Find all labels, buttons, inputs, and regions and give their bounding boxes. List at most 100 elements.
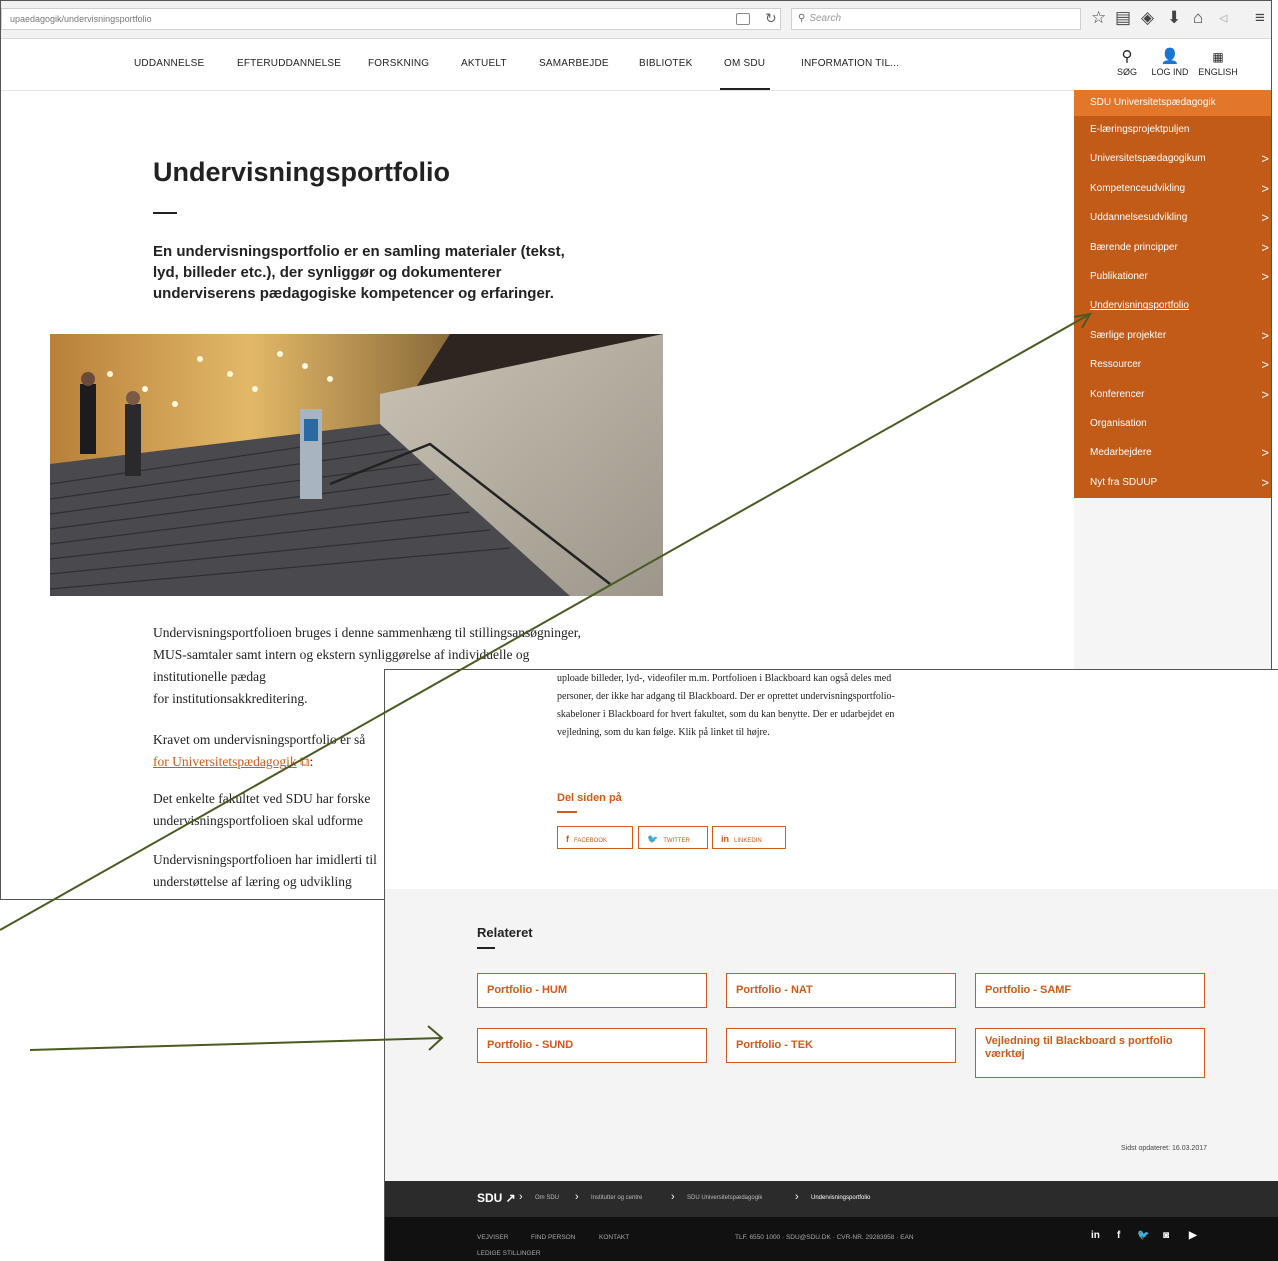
chevron-right-icon: > <box>1261 151 1269 167</box>
search-icon: ⚲ <box>1121 48 1133 65</box>
browser-search-field[interactable]: ⚲ Search <box>791 8 1081 30</box>
related-link-card[interactable]: Portfolio - TEK <box>726 1028 956 1063</box>
footer-link[interactable]: FIND PERSON <box>531 1234 575 1241</box>
side-menu-item[interactable]: Konferencer > <box>1074 381 1271 410</box>
related-heading: Relateret <box>477 925 533 940</box>
chevron-right-icon: > <box>1261 180 1269 196</box>
nav-bibliotek[interactable]: BIBLIOTEK <box>639 58 693 69</box>
nav-samarbejde[interactable]: SAMARBEJDE <box>539 58 609 69</box>
login-label: LOG IND <box>1151 67 1189 77</box>
site-navigation: UDDANNELSE EFTERUDDANNELSE FORSKNING AKT… <box>1 39 1271 91</box>
external-link-icon: ⧉ <box>299 754 310 769</box>
library-icon[interactable]: ▤ <box>1115 8 1131 28</box>
user-icon: 👤 <box>1160 48 1180 65</box>
side-menu-item[interactable]: Uddannelsesudvikling > <box>1074 204 1271 233</box>
chevron-right-icon: > <box>1261 327 1269 343</box>
chevron-right-icon: › <box>671 1191 675 1203</box>
body-paragraph: Undervisningsportfolioen har imidlerti t… <box>153 852 377 889</box>
body-paragraph: uploade billeder, lyd-, videofiler m.m. … <box>557 673 895 738</box>
browser-search-placeholder: Search <box>809 13 842 24</box>
share-facebook-button[interactable]: f FACEBOOK <box>557 826 633 849</box>
side-menu-item[interactable]: Organisation <box>1074 410 1271 439</box>
english-label: ENGLISH <box>1198 67 1238 77</box>
footer-link[interactable]: LEDIGE STILLINGER <box>477 1250 541 1257</box>
search-button[interactable]: ⚲ SØG <box>1104 48 1150 77</box>
breadcrumb-item[interactable]: Om SDU <box>535 1195 559 1201</box>
side-menu-heading[interactable]: SDU Universitetspædagogik <box>1074 90 1271 116</box>
side-menu-item-current[interactable]: Undervisningsportfolio <box>1074 292 1271 321</box>
login-button[interactable]: 👤 LOG IND <box>1147 48 1193 77</box>
footer-contact: TLF. 6550 1000 · SDU@SDU.DK · CVR-NR. 29… <box>735 1234 914 1241</box>
share-twitter-button[interactable]: 🐦 TWITTER <box>638 826 708 849</box>
lower-page-screenshot: uploade billeder, lyd-, videofiler m.m. … <box>384 669 1278 1261</box>
site-footer: VEJVISER FIND PERSON KONTAKT LEDIGE STIL… <box>385 1217 1278 1261</box>
chevron-right-icon: > <box>1261 445 1269 461</box>
uk-flag-icon: ▦ <box>1212 50 1224 64</box>
twitter-icon: 🐦 <box>647 834 659 844</box>
chevron-right-icon: > <box>1261 474 1269 490</box>
reload-icon[interactable]: ↻ <box>765 10 777 27</box>
universitetspaedagogik-link[interactable]: for Universitetspædagogik <box>153 754 297 769</box>
nav-efteruddannelse[interactable]: EFTERUDDANNELSE <box>237 58 341 69</box>
side-menu-item[interactable]: Nyt fra SDUUP > <box>1074 469 1271 498</box>
side-menu-item[interactable]: Kompetenceudvikling > <box>1074 175 1271 204</box>
side-menu-item[interactable]: E-læringsprojektpuljen <box>1074 116 1271 145</box>
twitter-icon[interactable]: 🐦 <box>1137 1230 1149 1241</box>
side-menu-item[interactable]: Publikationer > <box>1074 263 1271 292</box>
footer-link[interactable]: VEJVISER <box>477 1234 508 1241</box>
related-divider <box>477 947 495 949</box>
share-divider <box>557 811 577 813</box>
chevron-right-icon: > <box>1261 210 1269 226</box>
sdu-logo[interactable]: SDU ↗ <box>477 1191 516 1205</box>
footer-link[interactable]: KONTAKT <box>599 1234 629 1241</box>
breadcrumb-item[interactable]: SDU Universitetspædagogik <box>687 1195 762 1201</box>
send-icon[interactable]: ◃ <box>1219 8 1228 28</box>
section-side-menu: SDU Universitetspædagogik E-læringsproje… <box>1074 90 1271 498</box>
chevron-right-icon: › <box>795 1191 799 1203</box>
related-link-card[interactable]: Vejledning til Blackboard s portfolio væ… <box>975 1028 1205 1078</box>
nav-forskning[interactable]: FORSKNING <box>368 58 429 69</box>
pocket-icon[interactable]: ◈ <box>1141 8 1154 28</box>
browser-toolbar: upaedagogik/undervisningsportfolio ↻ ⚲ Se… <box>1 1 1271 39</box>
lead-paragraph: En undervisningsportfolio er en samling … <box>153 243 565 302</box>
nav-uddannelse[interactable]: UDDANNELSE <box>134 58 204 69</box>
home-icon[interactable]: ⌂ <box>1193 8 1203 28</box>
linkedin-icon[interactable]: in <box>1091 1230 1100 1241</box>
related-link-card[interactable]: Portfolio - HUM <box>477 973 707 1008</box>
share-heading: Del siden på <box>557 792 622 804</box>
menu-icon[interactable]: ≡ <box>1255 8 1265 28</box>
related-link-card[interactable]: Portfolio - SAMF <box>975 973 1205 1008</box>
nav-information-til[interactable]: INFORMATION TIL... <box>801 58 899 69</box>
breadcrumb-item-current: Undervisningsportfolio <box>811 1195 871 1201</box>
side-menu-item[interactable]: Medarbejdere > <box>1074 439 1271 468</box>
nav-om-sdu[interactable]: OM SDU <box>724 58 765 69</box>
nav-aktuelt[interactable]: AKTUELT <box>461 58 507 69</box>
english-button[interactable]: ▦ ENGLISH <box>1195 48 1241 77</box>
reader-view-icon[interactable] <box>736 13 750 25</box>
download-icon[interactable]: ⬇ <box>1167 8 1181 28</box>
youtube-icon[interactable]: ▶ <box>1189 1230 1197 1241</box>
arrow-to-related-links <box>29 1037 443 1051</box>
chevron-right-icon: > <box>1261 239 1269 255</box>
facebook-icon: f <box>566 834 569 844</box>
bookmark-star-icon[interactable]: ☆ <box>1091 8 1106 28</box>
related-link-card[interactable]: Portfolio - NAT <box>726 973 956 1008</box>
linkedin-icon: in <box>721 834 729 844</box>
last-updated: Sidst opdateret: 16.03.2017 <box>1120 1145 1207 1152</box>
active-nav-indicator <box>720 88 770 90</box>
breadcrumb-item[interactable]: Institutter og centre <box>591 1195 642 1201</box>
side-menu-item[interactable]: Bærende principper > <box>1074 234 1271 263</box>
facebook-icon[interactable]: f <box>1117 1230 1120 1241</box>
title-divider <box>153 212 177 214</box>
instagram-icon[interactable]: ◙ <box>1163 1230 1169 1241</box>
url-bar[interactable]: upaedagogik/undervisningsportfolio <box>1 8 781 30</box>
search-icon: ⚲ <box>798 13 806 24</box>
search-label: SØG <box>1116 67 1137 77</box>
side-menu-item[interactable]: Ressourcer > <box>1074 351 1271 380</box>
side-menu-item[interactable]: Universitetspædagogikum > <box>1074 145 1271 174</box>
related-link-card[interactable]: Portfolio - SUND <box>477 1028 707 1063</box>
side-menu-item[interactable]: Særlige projekter > <box>1074 322 1271 351</box>
share-linkedin-button[interactable]: in LINKEDIN <box>712 826 786 849</box>
hero-image-staircase <box>50 334 663 596</box>
chevron-right-icon: > <box>1261 268 1269 284</box>
